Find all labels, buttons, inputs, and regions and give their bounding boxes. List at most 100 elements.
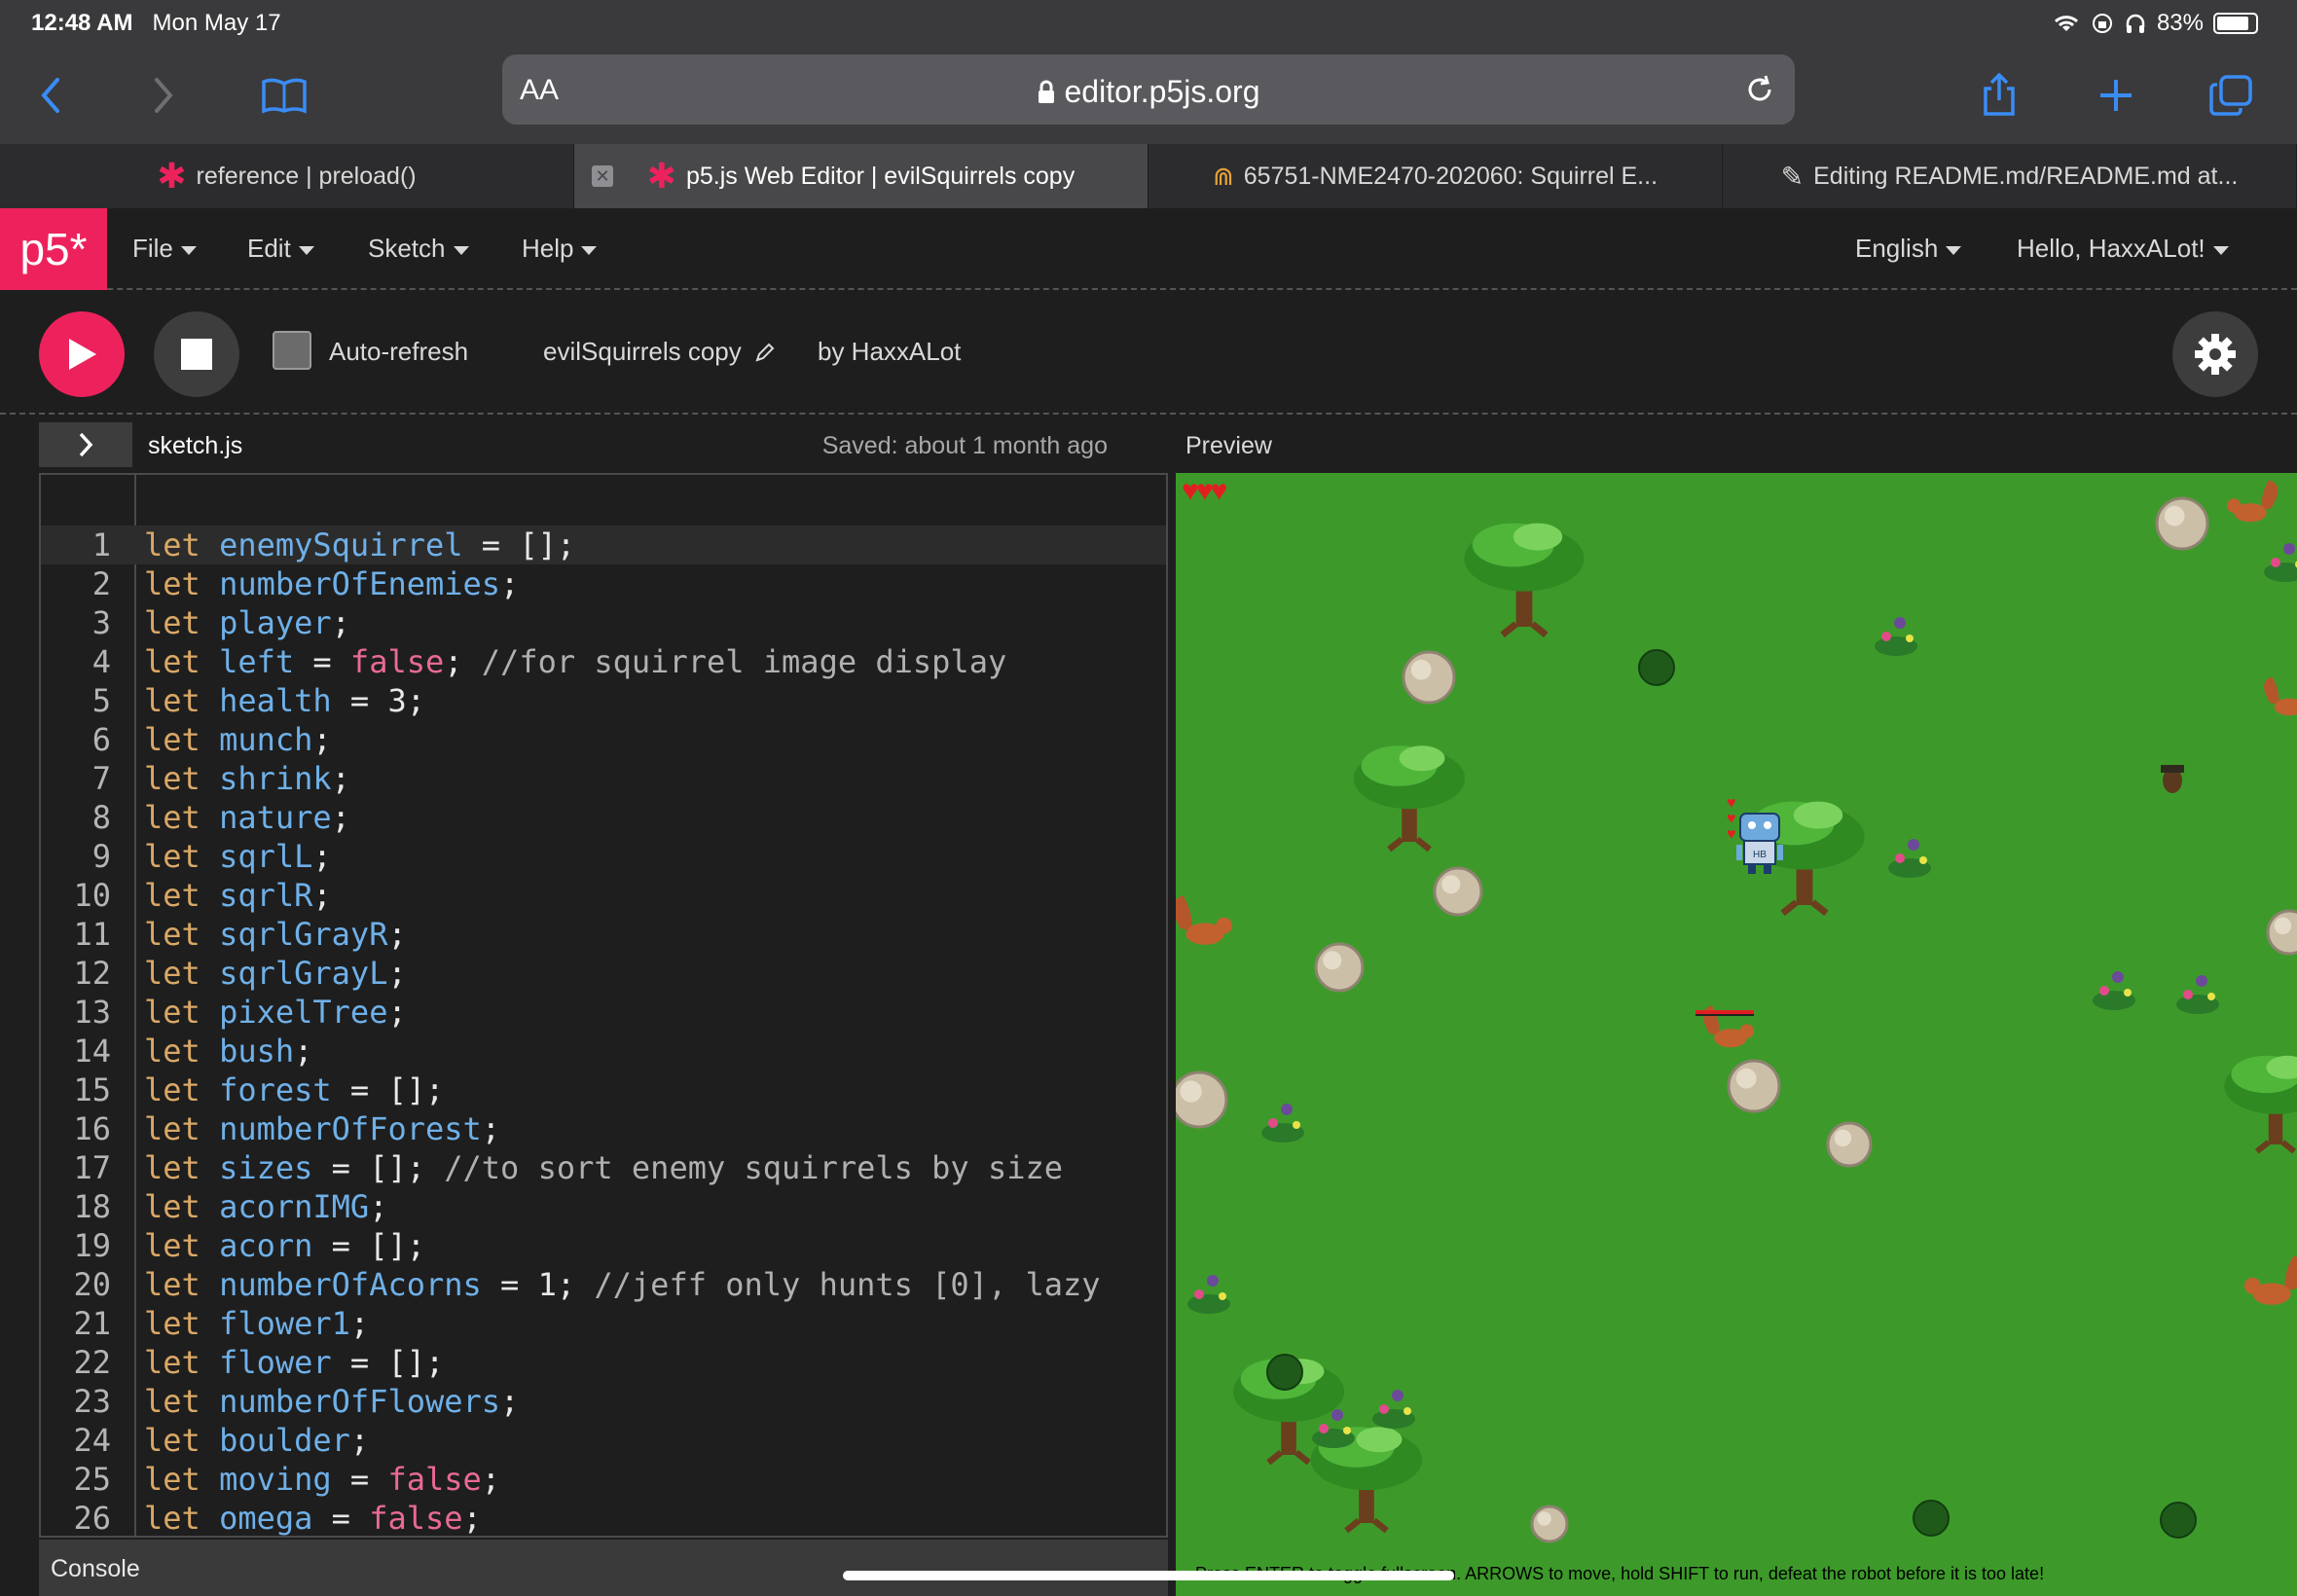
chevron-left-icon xyxy=(41,78,59,113)
code-line[interactable]: 2 let numberOfEnemies; xyxy=(41,564,1166,603)
boulder-sprite xyxy=(1727,1059,1781,1113)
pencil-icon[interactable] xyxy=(754,342,776,363)
preview-header: Preview xyxy=(1174,415,2297,473)
tree-sprite xyxy=(1464,523,1585,638)
tab-label: Editing README.md/README.md at... xyxy=(1813,162,2239,190)
menu-help[interactable]: Help xyxy=(522,234,598,264)
preview-canvas[interactable]: HB ♥ ♥ ♥ ♥♥♥ Press ENTER to toggle fullscre… xyxy=(1176,473,2297,1596)
home-indicator xyxy=(843,1571,1454,1580)
new-tab-button[interactable] xyxy=(2087,66,2145,125)
code-line[interactable]: 15 let forest = []; xyxy=(41,1070,1166,1109)
tab-squirrel-course[interactable]: ⋒ 65751-NME2470-202060: Squirrel E... xyxy=(1148,144,1723,208)
menu-edit[interactable]: Edit xyxy=(247,234,314,264)
tab-close-icon[interactable]: ✕ xyxy=(592,165,613,187)
boulder-sprite xyxy=(1826,1121,1873,1168)
menu-file[interactable]: File xyxy=(132,234,197,264)
sketch-name[interactable]: evilSquirrels copy xyxy=(543,337,776,367)
reload-icon[interactable] xyxy=(1742,72,1777,107)
code-line[interactable]: 19 let acorn = []; xyxy=(41,1226,1166,1265)
code-line[interactable]: 13 let pixelTree; xyxy=(41,993,1166,1032)
tab-p5-editor[interactable]: ✕ ✱ p5.js Web Editor | evilSquirrels cop… xyxy=(574,144,1148,208)
share-button[interactable] xyxy=(1970,66,2028,125)
code-text: let enemySquirrel = []; xyxy=(144,526,576,563)
code-lines[interactable]: 1 let enemySquirrel = []; 2 let numberOfEne… xyxy=(41,526,1166,1536)
code-line[interactable]: 9 let sqrlL; xyxy=(41,837,1166,876)
code-line[interactable]: 4 let left = false; //for squirrel image … xyxy=(41,642,1166,681)
code-line[interactable]: 16 let numberOfForest; xyxy=(41,1109,1166,1148)
code-line[interactable]: 5 let health = 3; xyxy=(41,681,1166,720)
boulder-sprite xyxy=(1314,942,1365,993)
line-number: 18 xyxy=(73,1188,111,1225)
code-line[interactable]: 8 let nature; xyxy=(41,798,1166,837)
code-editor[interactable]: 1 let enemySquirrel = []; 2 let numberOfEne… xyxy=(39,473,1168,1538)
stop-button[interactable] xyxy=(154,311,239,397)
tabs-overview-button[interactable] xyxy=(2202,66,2260,125)
code-line[interactable]: 7 let shrink; xyxy=(41,759,1166,798)
line-number: 7 xyxy=(91,760,111,797)
preview-label: Preview xyxy=(1185,432,1272,459)
code-line[interactable]: 1 let enemySquirrel = []; xyxy=(41,526,1166,564)
browser-toolbar: AA editor.p5js.org xyxy=(0,47,2297,144)
code-text: let boulder; xyxy=(144,1422,370,1459)
line-number: 4 xyxy=(91,643,111,680)
orientation-lock-icon xyxy=(2092,14,2112,33)
code-text: let munch; xyxy=(144,721,332,758)
robot-player-sprite: HB xyxy=(1736,813,1783,874)
p5-logo[interactable]: p5* xyxy=(0,208,107,290)
play-button[interactable] xyxy=(39,311,125,397)
code-text: let forest = []; xyxy=(144,1071,445,1108)
code-line[interactable]: 25 let moving = false; xyxy=(41,1460,1166,1499)
code-line[interactable]: 10 let sqrlR; xyxy=(41,876,1166,915)
code-line[interactable]: 20 let numberOfAcorns = 1; //jeff only hu… xyxy=(41,1265,1166,1304)
code-line[interactable]: 18 let acornIMG; xyxy=(41,1187,1166,1226)
sketch-author[interactable]: by HaxxALot xyxy=(818,337,961,367)
address-bar[interactable]: AA editor.p5js.org xyxy=(502,54,1795,125)
auto-refresh-label: Auto-refresh xyxy=(329,337,469,366)
code-line[interactable]: 22 let flower = []; xyxy=(41,1343,1166,1382)
line-number: 10 xyxy=(73,877,111,914)
bush-sprite xyxy=(2160,1502,2197,1539)
expand-sidebar-button[interactable] xyxy=(39,422,132,467)
code-text: let bush; xyxy=(144,1033,313,1070)
tab-reference-preload[interactable]: ✱ reference | preload() xyxy=(0,144,574,208)
code-line[interactable]: 21 let flower1; xyxy=(41,1304,1166,1343)
code-text: let sqrlR; xyxy=(144,877,332,914)
robot-health-heart: ♥ xyxy=(1727,795,1736,812)
tree-sprite xyxy=(1353,745,1466,852)
code-text: let left = false; //for squirrel image d… xyxy=(144,643,1007,680)
code-line[interactable]: 11 let sqrlGrayR; xyxy=(41,915,1166,954)
code-text: let sqrlGrayL; xyxy=(144,955,407,992)
code-line[interactable]: 24 let boulder; xyxy=(41,1421,1166,1460)
line-number: 22 xyxy=(73,1344,111,1381)
code-line[interactable]: 14 let bush; xyxy=(41,1032,1166,1070)
share-icon xyxy=(1984,73,2015,116)
auto-refresh-checkbox[interactable] xyxy=(273,331,311,370)
user-menu[interactable]: Hello, HaxxALot! xyxy=(2017,234,2229,264)
tab-editing-readme[interactable]: ✎ Editing README.md/README.md at... xyxy=(1723,144,2297,208)
flower-sprite xyxy=(2264,562,2297,582)
code-line[interactable]: 26 let omega = false; xyxy=(41,1499,1166,1536)
code-line[interactable]: 6 let munch; xyxy=(41,720,1166,759)
language-menu[interactable]: English xyxy=(1855,234,1962,264)
forward-button[interactable] xyxy=(134,66,193,125)
code-text: let health = 3; xyxy=(144,682,425,719)
console-panel[interactable]: Console xyxy=(39,1540,1168,1596)
tree-sprite xyxy=(2224,1055,2297,1154)
code-line[interactable]: 3 let player; xyxy=(41,603,1166,642)
bookmarks-button[interactable] xyxy=(255,66,313,125)
line-number: 19 xyxy=(73,1227,111,1264)
code-line[interactable]: 23 let numberOfFlowers; xyxy=(41,1382,1166,1421)
line-number: 9 xyxy=(91,838,111,875)
boulder-sprite xyxy=(1530,1505,1569,1543)
menu-sketch[interactable]: Sketch xyxy=(368,234,469,264)
bush-sprite xyxy=(1913,1500,1950,1537)
settings-button[interactable] xyxy=(2172,311,2258,397)
back-button[interactable] xyxy=(21,66,80,125)
bush-sprite xyxy=(1266,1354,1303,1391)
browser-tab-bar: ✱ reference | preload() ✕ ✱ p5.js Web Ed… xyxy=(0,144,2297,208)
boulder-sprite xyxy=(1402,650,1456,705)
squirrel-sprite xyxy=(2244,1255,2297,1305)
file-name[interactable]: sketch.js xyxy=(148,432,242,460)
code-line[interactable]: 12 let sqrlGrayL; xyxy=(41,954,1166,993)
code-line[interactable]: 17 let sizes = []; //to sort enemy squirr… xyxy=(41,1148,1166,1187)
